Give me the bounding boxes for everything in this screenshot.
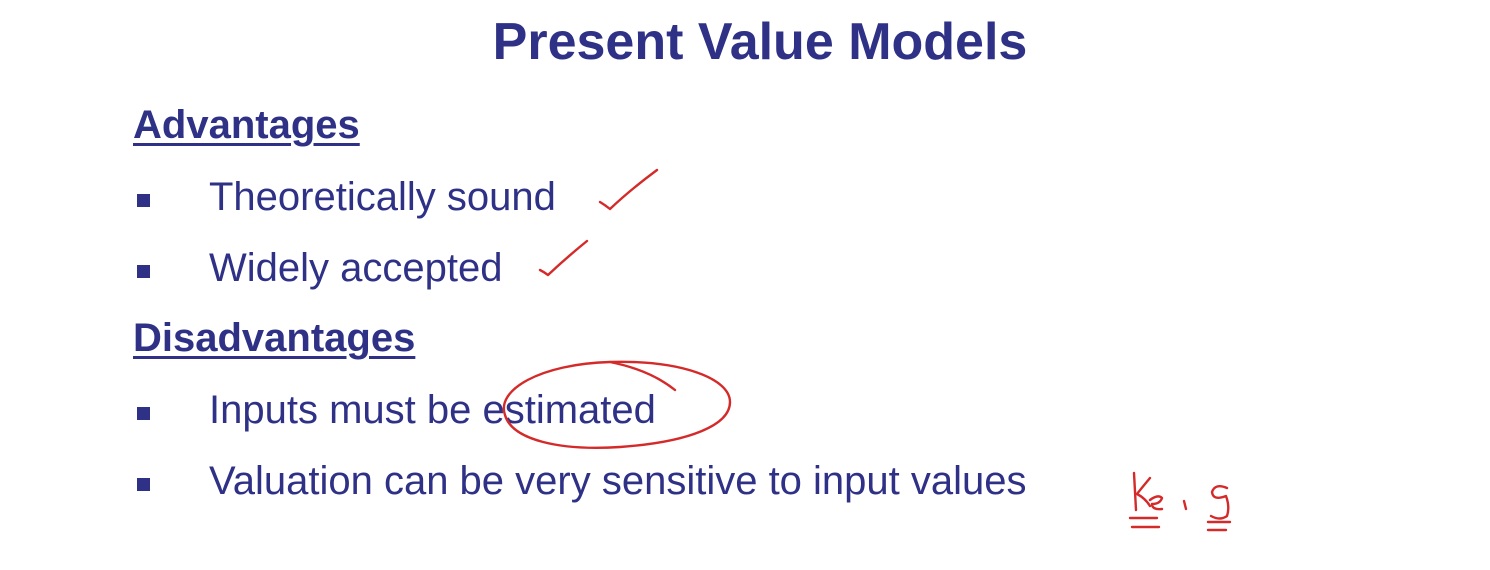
bullet-text: Widely accepted [209, 246, 503, 290]
bullet-square-icon [137, 407, 150, 420]
list-item: Valuation can be very sensitive to input… [0, 457, 1200, 505]
bullet-text: Valuation can be very sensitive to input… [209, 459, 1027, 503]
bullet-square-icon [137, 194, 150, 207]
list-item: Theoretically sound [0, 173, 1200, 221]
slide: Present Value Models Advantages Theoreti… [0, 0, 1490, 570]
list-item: Widely accepted [0, 244, 1200, 292]
slide-title: Present Value Models [492, 13, 1028, 71]
advantages-heading: Advantages [133, 103, 360, 147]
list-item: Inputs must be estimated [0, 386, 1200, 434]
bullet-square-icon [137, 478, 150, 491]
bullet-square-icon [137, 265, 150, 278]
bullet-text: Inputs must be estimated [209, 388, 656, 432]
disadvantages-heading: Disadvantages [133, 316, 416, 360]
bullet-text: Theoretically sound [209, 175, 556, 219]
